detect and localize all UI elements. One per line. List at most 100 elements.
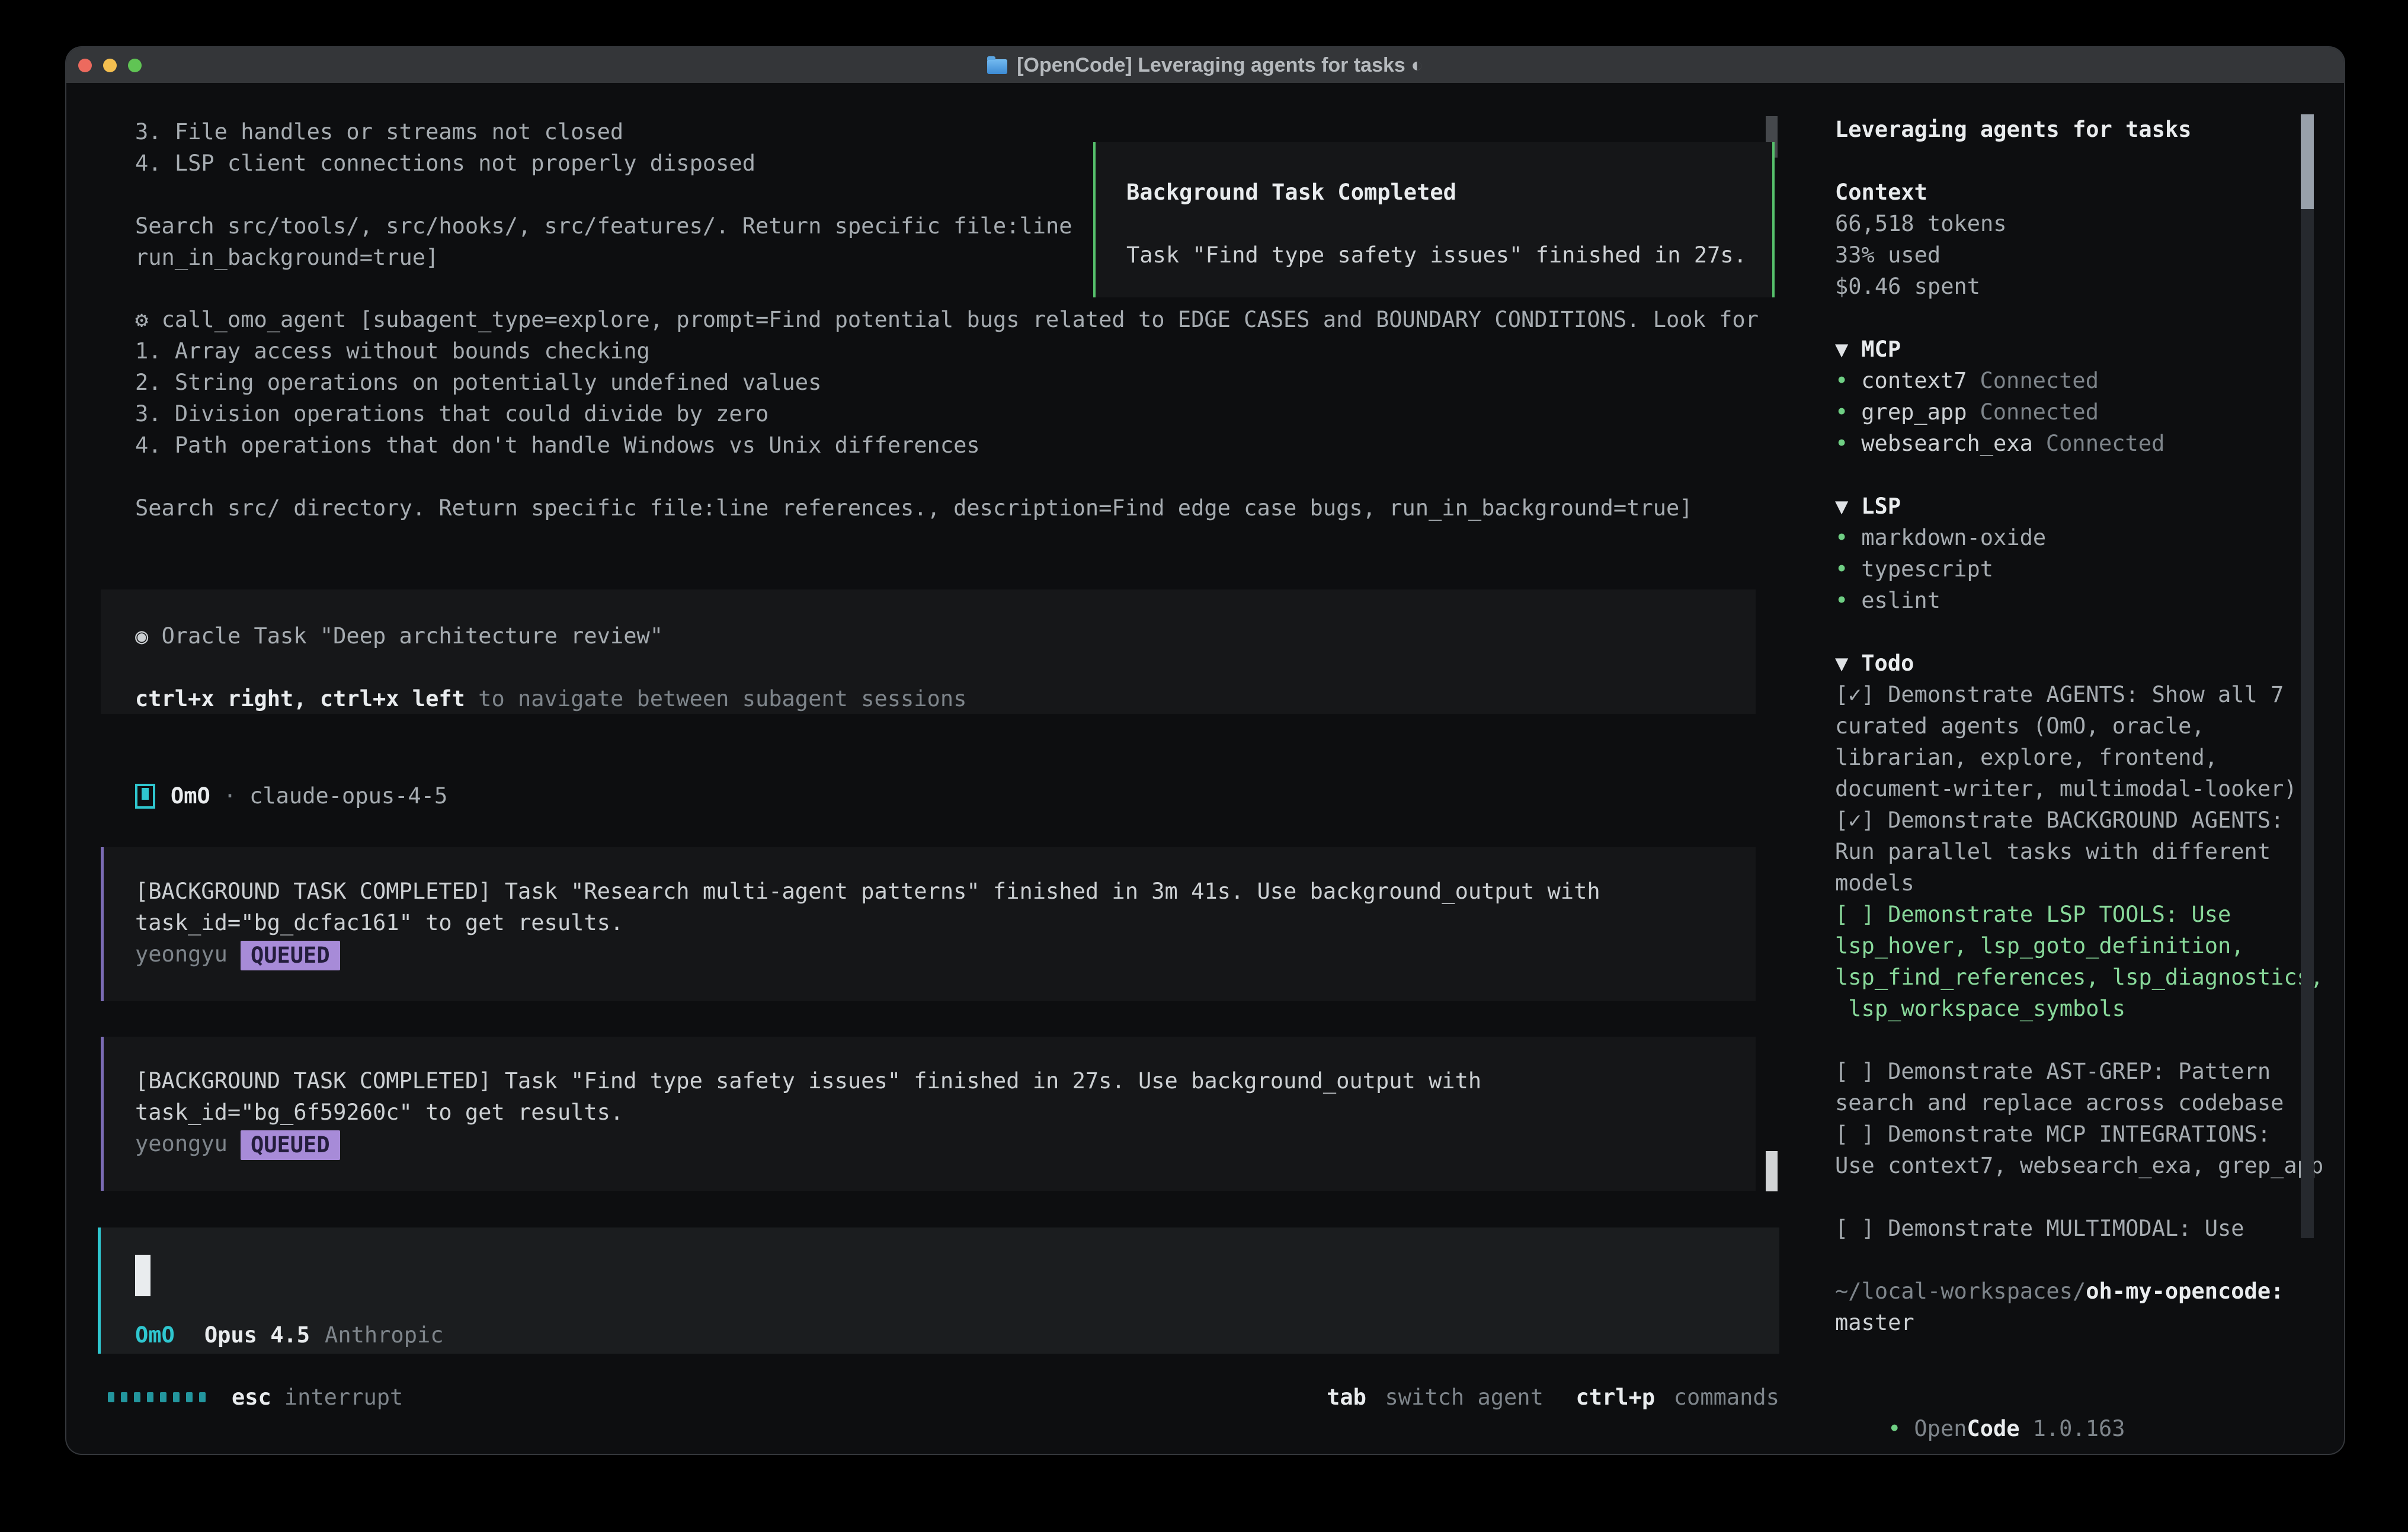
- blank-line: [1835, 1181, 2339, 1213]
- blank-line: [135, 652, 1756, 683]
- provider-label: Anthropic: [325, 1319, 443, 1351]
- oracle-hint-line: ctrl+x right, ctrl+x left to navigate be…: [135, 683, 1756, 714]
- bullet-icon: •: [1835, 368, 1848, 393]
- blank-line: [1835, 459, 2339, 491]
- todo-section-header[interactable]: ▼Todo: [1835, 648, 2339, 679]
- git-branch: master: [1835, 1307, 2339, 1338]
- gear-icon: ⚙: [135, 307, 148, 332]
- scrollback-line: Search src/tools/, src/hooks/, src/featu…: [135, 210, 1072, 242]
- oracle-status-icon: ◉: [135, 623, 148, 649]
- todo-line: Use context7, websearch_exa, grep_app: [1835, 1150, 2339, 1181]
- version-row: •OpenCode1.0.163: [1835, 1382, 2125, 1413]
- todo-line-active: lsp_workspace_symbols: [1835, 993, 2339, 1024]
- tab-key-hint: tab: [1327, 1384, 1366, 1410]
- task-result-line: task_id="bg_6f59260c" to get results.: [135, 1097, 1756, 1128]
- bullet-icon: •: [1835, 588, 1848, 613]
- mcp-item: •context7Connected: [1835, 365, 2339, 396]
- tool-call-line: 1. Array access without bounds checking: [135, 335, 1759, 367]
- status-dot-icon: •: [1888, 1416, 1901, 1441]
- todo-line-active: lsp_hover, lsp_goto_definition,: [1835, 930, 2339, 961]
- oracle-title-line: ◉ Oracle Task "Deep architecture review": [135, 620, 1756, 652]
- bullet-icon: •: [1835, 399, 1848, 425]
- todo-line: librarian, explore, frontend,: [1835, 742, 2339, 773]
- task-result-meta: yeongyu QUEUED: [135, 938, 1756, 970]
- background-task-notification: Background Task Completed Task "Find typ…: [1093, 142, 1775, 297]
- todo-line: document-writer, multimodal-looker): [1835, 773, 2339, 805]
- folder-icon: [987, 59, 1007, 74]
- separator-dot: ·: [223, 780, 236, 812]
- context-tokens: 66,518 tokens: [1835, 208, 2339, 239]
- blank-line: [1835, 1024, 2339, 1056]
- scrollback-top: 3. File handles or streams not closed 4.…: [135, 116, 1072, 273]
- scrollback-line: 4. LSP client connections not properly d…: [135, 148, 1072, 179]
- ctrlp-key-label: commands: [1674, 1384, 1779, 1410]
- statusbar-right: tab switch agent ctrl+p commands: [1327, 1382, 1779, 1413]
- sidebar-scrollbar-thumb[interactable]: [2301, 114, 2314, 209]
- todo-line: models: [1835, 867, 2339, 899]
- sidebar: Leveraging agents for tasks Context 66,5…: [1835, 114, 2339, 1338]
- agent-name: OmO: [171, 780, 210, 812]
- blank-line: [1835, 145, 2339, 177]
- window-title: [OpenCode] Leveraging agents for tasks ◐: [1017, 54, 1423, 77]
- queued-status-badge: QUEUED: [241, 1130, 340, 1160]
- queued-status-badge: QUEUED: [241, 941, 340, 970]
- todo-line-active: [ ] Demonstrate LSP TOOLS: Use: [1835, 899, 2339, 930]
- active-agent-label: OmO: [135, 1319, 175, 1351]
- task-result-meta: yeongyu QUEUED: [135, 1128, 1756, 1159]
- lsp-section-header[interactable]: ▼LSP: [1835, 491, 2339, 522]
- esc-key-label: interrupt: [284, 1382, 403, 1413]
- blank-line: [135, 461, 1759, 492]
- blank-line: [135, 179, 1072, 210]
- todo-line: Run parallel tasks with different: [1835, 836, 2339, 867]
- prompt-input[interactable]: OmO Opus 4.5 Anthropic: [98, 1227, 1779, 1354]
- session-title: Leveraging agents for tasks: [1835, 114, 2339, 145]
- notification-title: Background Task Completed: [1126, 177, 1772, 208]
- todo-line: [ ] Demonstrate AST-GREP: Pattern: [1835, 1056, 2339, 1087]
- activity-dots-icon: [108, 1392, 206, 1402]
- minimize-button-icon[interactable]: [103, 59, 117, 72]
- zoom-button-icon[interactable]: [128, 59, 142, 72]
- blank-line: [1835, 1244, 2339, 1275]
- omo-agent-icon: [135, 784, 155, 809]
- agent-model: claude-opus-4-5: [249, 780, 447, 812]
- task-result-block: [BACKGROUND TASK COMPLETED] Task "Resear…: [101, 847, 1756, 1001]
- bullet-icon: •: [1835, 556, 1848, 582]
- task-result-block: [BACKGROUND TASK COMPLETED] Task "Find t…: [101, 1037, 1756, 1191]
- close-button-icon[interactable]: [78, 59, 92, 72]
- todo-line: curated agents (OmO, oracle,: [1835, 710, 2339, 742]
- window-titlebar[interactable]: [OpenCode] Leveraging agents for tasks ◐: [66, 47, 2344, 83]
- chevron-down-icon: ▼: [1835, 336, 1848, 362]
- author-name: yeongyu: [135, 1131, 228, 1156]
- statusbar-left: esc interrupt: [108, 1382, 403, 1413]
- active-model-label: Opus 4.5: [204, 1319, 310, 1351]
- lsp-item: •markdown-oxide: [1835, 522, 2339, 553]
- mcp-item: •grep_appConnected: [1835, 396, 2339, 428]
- author-name: yeongyu: [135, 941, 228, 967]
- tool-call-line: 3. Division operations that could divide…: [135, 398, 1759, 430]
- terminal-scrollbar-thumb[interactable]: [1766, 1151, 1778, 1191]
- blank-line: [1126, 208, 1772, 239]
- lsp-item: •eslint: [1835, 585, 2339, 616]
- tool-call-line: Search src/ directory. Return specific f…: [135, 492, 1759, 524]
- opencode-terminal-window: [OpenCode] Leveraging agents for tasks ◐…: [66, 47, 2344, 1454]
- mcp-section-header[interactable]: ▼MCP: [1835, 334, 2339, 365]
- agent-session-header: OmO · claude-opus-4-5: [135, 780, 447, 812]
- tab-key-label: switch agent: [1385, 1384, 1544, 1410]
- todo-line: [ ] Demonstrate MCP INTEGRATIONS:: [1835, 1118, 2339, 1150]
- bullet-icon: •: [1835, 431, 1848, 456]
- mcp-item: •websearch_exaConnected: [1835, 428, 2339, 459]
- todo-line: search and replace across codebase: [1835, 1087, 2339, 1118]
- tool-call-line: 4. Path operations that don't handle Win…: [135, 430, 1759, 461]
- esc-key-hint: esc: [232, 1382, 271, 1413]
- task-result-line: task_id="bg_dcfac161" to get results.: [135, 907, 1756, 938]
- keybinding-text: ctrl+x right, ctrl+x left: [135, 686, 465, 711]
- scrollback-line: 3. File handles or streams not closed: [135, 116, 1072, 148]
- scrollback-line: run_in_background=true]: [135, 242, 1072, 273]
- sidebar-scrollbar[interactable]: [2301, 114, 2314, 1238]
- tool-call-block: ⚙ call_omo_agent [subagent_type=explore,…: [135, 304, 1759, 524]
- bullet-icon: •: [1835, 525, 1848, 550]
- todo-line-active: lsp_find_references, lsp_diagnostics,: [1835, 961, 2339, 993]
- oracle-task-panel: ◉ Oracle Task "Deep architecture review"…: [101, 589, 1756, 714]
- context-spent: $0.46 spent: [1835, 271, 2339, 302]
- text-cursor: [135, 1255, 150, 1296]
